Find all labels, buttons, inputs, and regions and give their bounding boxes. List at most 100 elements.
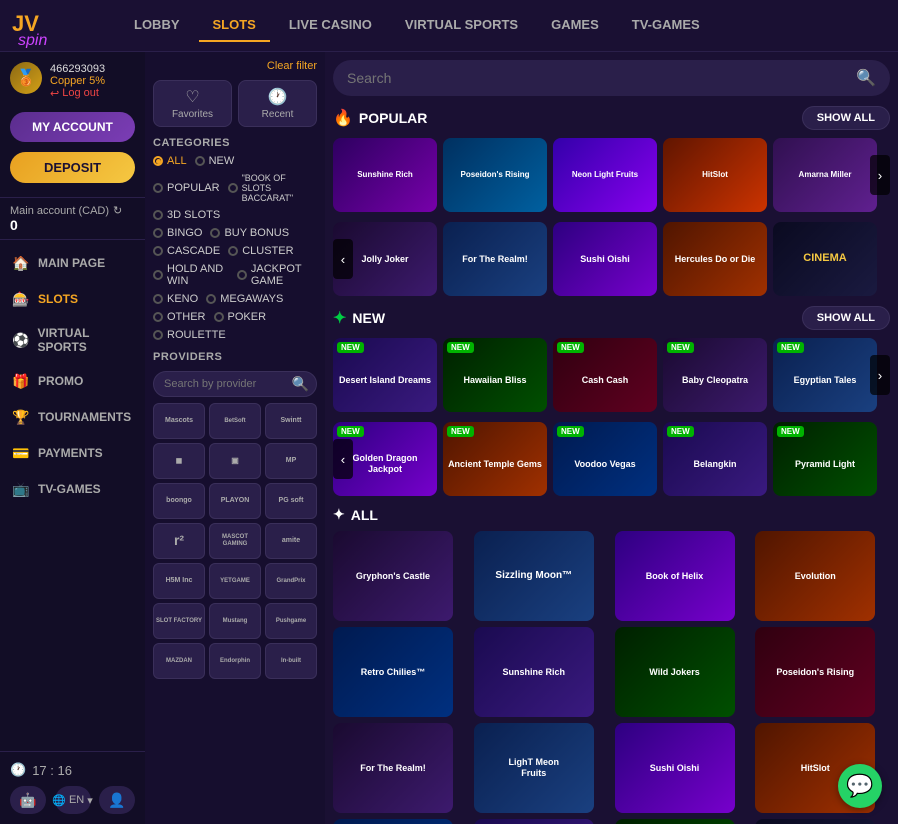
nav-slots[interactable]: SLOTS [199, 9, 270, 42]
provider-h5m[interactable]: H5M Inc [153, 563, 205, 599]
cat-all[interactable]: ALL [153, 153, 187, 169]
game-cinema-popular[interactable]: CINEMA [773, 222, 877, 296]
cat-book-of-slots[interactable]: "BOOK OF SLOTS BACCARAT" [228, 171, 317, 205]
recent-button[interactable]: 🕐 Recent [238, 80, 317, 127]
nav-games[interactable]: GAMES [537, 9, 613, 42]
cat-keno[interactable]: KENO [153, 291, 198, 307]
all-game-sunshine-rich[interactable]: Sunshine Rich [474, 627, 594, 717]
provider-mustang[interactable]: Mustang [209, 603, 261, 639]
game-hercules[interactable]: Hercules Do or Die [663, 222, 767, 296]
refresh-icon[interactable]: ↻ [113, 204, 122, 217]
game-for-the-realm[interactable]: For The Realm! [443, 222, 547, 296]
cat-poker[interactable]: POKER [214, 309, 267, 325]
cat-buy-bonus[interactable]: BUY BONUS [210, 225, 289, 241]
provider-amite[interactable]: amite [265, 523, 317, 559]
game-sunshine-rich[interactable]: Sunshine Rich [333, 138, 437, 212]
cat-jackpot[interactable]: JACKPOT GAME [237, 261, 317, 289]
provider-r[interactable]: r² [153, 523, 205, 559]
cat-other[interactable]: OTHER [153, 309, 206, 325]
new-row2-prev[interactable]: ‹ [333, 439, 353, 479]
nav-live-casino[interactable]: LIVE CASINO [275, 9, 386, 42]
provider-swintt[interactable]: Swintt [265, 403, 317, 439]
cat-new[interactable]: NEW [195, 153, 235, 169]
game-amarna-miller[interactable]: Amarna Miller [773, 138, 877, 212]
all-game-take-olympus[interactable]: Take Olympus [333, 819, 453, 824]
provider-micropros[interactable]: MP [265, 443, 317, 479]
all-game-neon-light[interactable]: LighT MeonFruits [474, 723, 594, 813]
new-show-all[interactable]: SHOW ALL [802, 306, 890, 330]
game-belangkin[interactable]: NEW Belangkin [663, 422, 767, 496]
sidebar-item-slots[interactable]: 🎰 SLOTS [0, 281, 145, 317]
provider-boongo[interactable]: boongo [153, 483, 205, 519]
provider-pgsoft[interactable]: PG soft [265, 483, 317, 519]
game-voodoo-vegas[interactable]: NEW Voodoo Vegas [553, 422, 657, 496]
chat-button[interactable]: 💬 [838, 764, 882, 808]
popular-row1-next[interactable]: › [870, 155, 890, 195]
all-game-wild-jokers[interactable]: Wild Jokers [615, 627, 735, 717]
game-hawaiian-bliss[interactable]: NEW Hawaiian Bliss [443, 338, 547, 412]
logo[interactable]: JV spin [10, 1, 100, 51]
provider-mascot-gaming[interactable]: MASCOT GAMING [209, 523, 261, 559]
game-cash-cash[interactable]: NEW Cash Cash [553, 338, 657, 412]
android-button[interactable]: 🤖 [10, 786, 46, 814]
cat-popular[interactable]: POPULAR [153, 171, 220, 205]
search-button[interactable]: 🔍 [856, 68, 876, 88]
provider-yetgame[interactable]: YETGAME [209, 563, 261, 599]
all-game-gryphons-castle[interactable]: Gryphon's Castle [333, 531, 453, 621]
provider-slot-factory[interactable]: SLOT FACTORY [153, 603, 205, 639]
game-sushi-oishi[interactable]: Sushi Oishi [553, 222, 657, 296]
cat-3d-slots[interactable]: 3D SLOTS [153, 207, 220, 223]
all-game-evolution[interactable]: Evolution [755, 531, 875, 621]
game-desert-island[interactable]: NEW Desert Island Dreams [333, 338, 437, 412]
all-game-amarna2[interactable]: Amarna Miller Cleopatra [615, 819, 735, 824]
game-poseidons-rising[interactable]: Poseidon's Rising [443, 138, 547, 212]
provider-betsoft[interactable]: BetSoft [209, 403, 261, 439]
cat-bingo[interactable]: BINGO [153, 225, 202, 241]
nav-virtual-sports[interactable]: VIRTUAL SPORTS [391, 9, 532, 42]
profile-button[interactable]: 👤 [99, 786, 135, 814]
all-game-hercules2[interactable]: Hercules Do or Die [474, 819, 594, 824]
nav-lobby[interactable]: LOBBY [120, 9, 194, 42]
sidebar-item-main-page[interactable]: 🏠 MAIN PAGE [0, 245, 145, 281]
cat-cascade[interactable]: CASCADE [153, 243, 220, 259]
provider-mascots[interactable]: Mascots [153, 403, 205, 439]
language-button[interactable]: 🌐EN▾ [55, 786, 91, 814]
clear-filter-button[interactable]: Clear filter [267, 60, 317, 72]
favorites-button[interactable]: ♡ Favorites [153, 80, 232, 127]
game-egyptian-tales[interactable]: NEW Egyptian Tales [773, 338, 877, 412]
all-game-book-helix[interactable]: Book of Helix [615, 531, 735, 621]
provider-inbuilt[interactable]: In-built [265, 643, 317, 679]
all-game-poseidons[interactable]: Poseidon's Rising [755, 627, 875, 717]
nav-tv-games[interactable]: TV-GAMES [618, 9, 714, 42]
sidebar-item-promo[interactable]: 🎁 PROMO [0, 363, 145, 399]
new-row1-next[interactable]: › [870, 355, 890, 395]
provider-mazdan[interactable]: MAZDAN [153, 643, 205, 679]
cat-roulette[interactable]: ROULETTE [153, 327, 226, 343]
logout-button[interactable]: ↩ Log out [50, 87, 105, 100]
all-game-cinema[interactable]: CINEMA [755, 819, 875, 824]
sidebar-item-tv-games[interactable]: 📺 TV-GAMES [0, 471, 145, 507]
sidebar-item-virtual-sports[interactable]: ⚽ VIRTUAL SPORTS [0, 317, 145, 363]
game-baby-cleopatra[interactable]: NEW Baby Cleopatra [663, 338, 767, 412]
provider-pushgame[interactable]: Pushgame [265, 603, 317, 639]
all-game-for-realm[interactable]: For The Realm! [333, 723, 453, 813]
provider-grandprix[interactable]: GrandPrix [265, 563, 317, 599]
my-account-button[interactable]: MY ACCOUNT [10, 112, 135, 142]
cat-hold-win[interactable]: HOLD AND WIN [153, 261, 229, 289]
sidebar-item-payments[interactable]: 💳 PAYMENTS [0, 435, 145, 471]
all-game-sizzling-moon[interactable]: Sizzling Moon™ [474, 531, 594, 621]
provider-playson[interactable]: PLAYON [209, 483, 261, 519]
game-pyramid-light[interactable]: NEW Pyramid Light [773, 422, 877, 496]
all-game-sushi-oishi2[interactable]: Sushi Oishi [615, 723, 735, 813]
game-ancient-temple[interactable]: NEW Ancient Temple Gems [443, 422, 547, 496]
game-hitslot[interactable]: HitSlot [663, 138, 767, 212]
popular-show-all[interactable]: SHOW ALL [802, 106, 890, 130]
deposit-button[interactable]: DEPOSIT [10, 152, 135, 183]
game-neon-light[interactable]: Neon Light Fruits [553, 138, 657, 212]
cat-cluster[interactable]: CLUSTER [228, 243, 293, 259]
provider-spinomenal[interactable]: ◼ [153, 443, 205, 479]
cat-megaways[interactable]: MEGAWAYS [206, 291, 283, 307]
sidebar-item-tournaments[interactable]: 🏆 TOURNAMENTS [0, 399, 145, 435]
all-game-retro-chilies[interactable]: Retro Chilies™ [333, 627, 453, 717]
provider-egt[interactable]: ▣ [209, 443, 261, 479]
